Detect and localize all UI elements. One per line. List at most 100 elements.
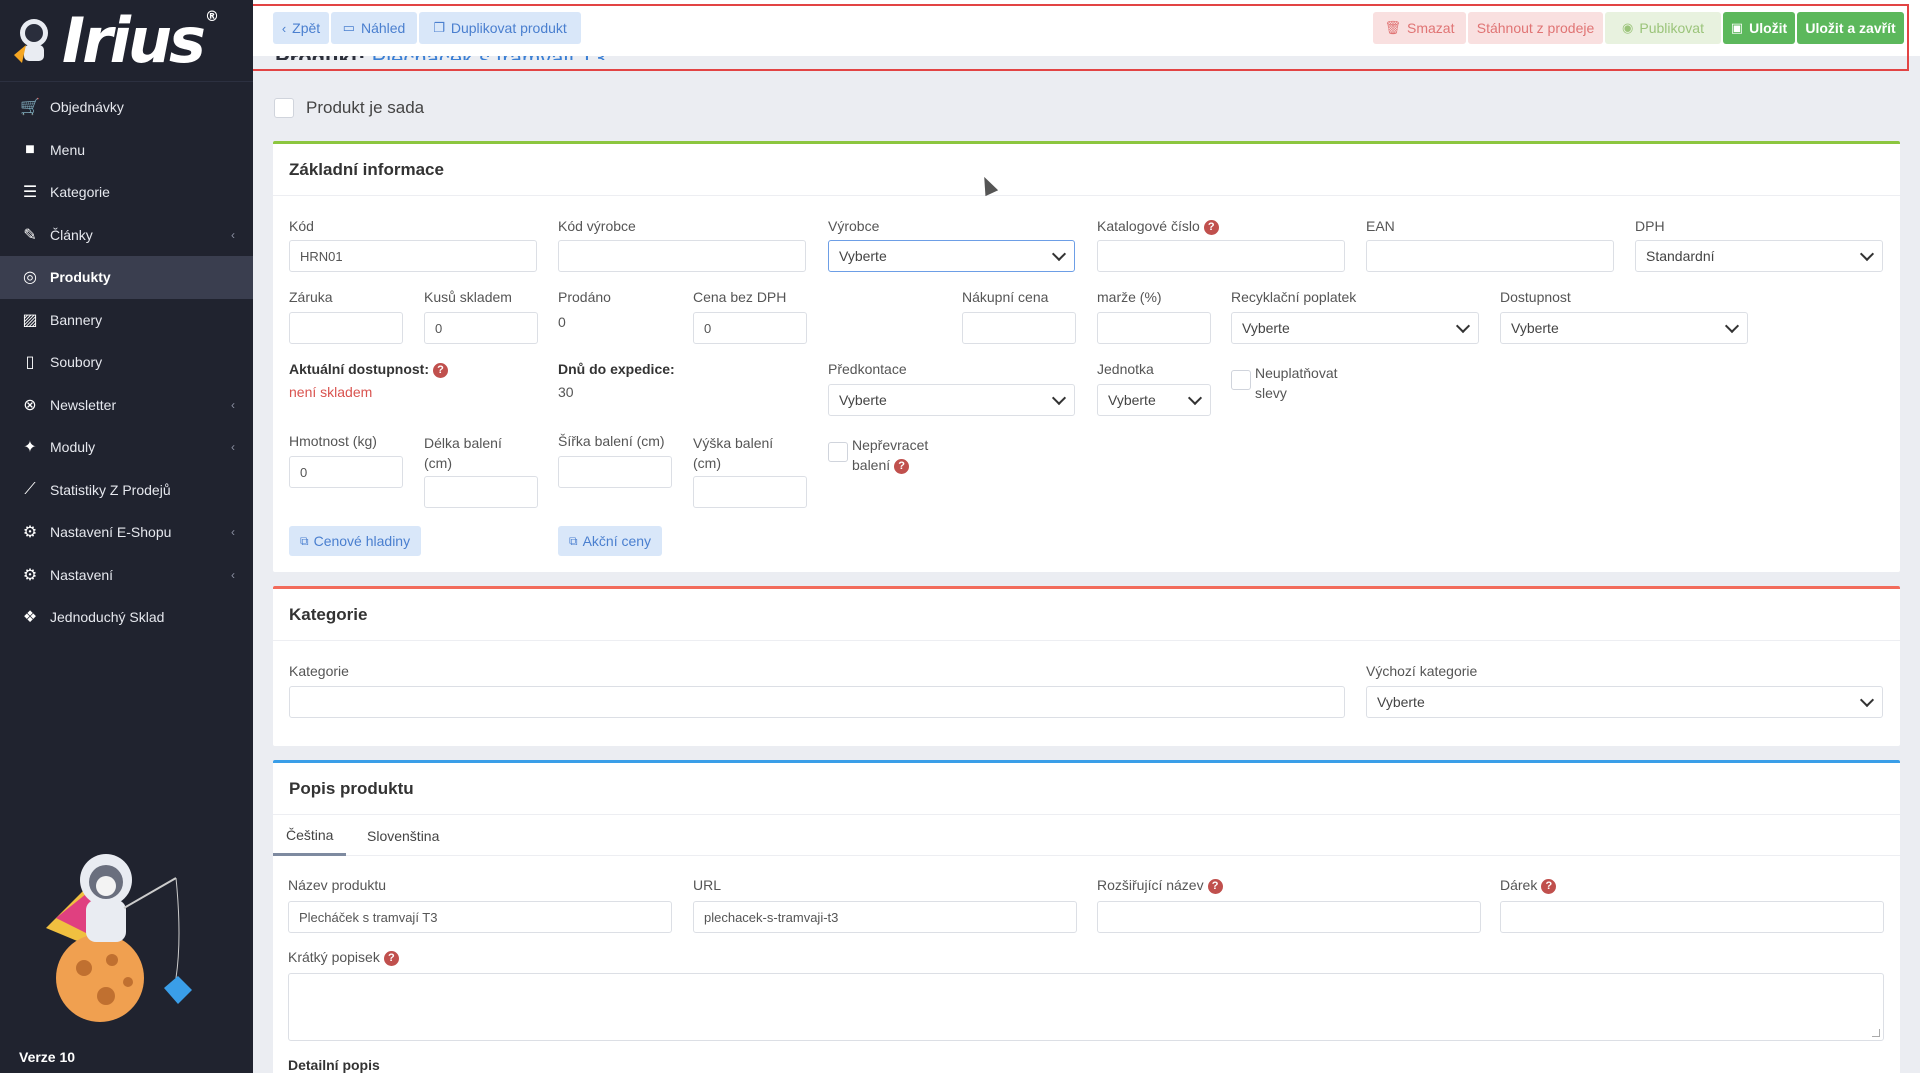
sidebar-item-menu[interactable]: ■ Menu [0, 129, 253, 172]
catalog-number-input[interactable] [1097, 240, 1345, 272]
category-input[interactable] [289, 686, 1345, 718]
width-input[interactable] [558, 456, 672, 488]
precontact-select[interactable]: Vyberte [828, 384, 1075, 416]
height-input[interactable] [693, 476, 807, 508]
line-chart-icon: ⟋ [24, 480, 36, 498]
resize-handle-icon[interactable] [1872, 1029, 1880, 1037]
weight-label: Hmotnost (kg) [289, 433, 377, 449]
chevron-left-icon: ‹ [231, 397, 235, 412]
vat-select[interactable]: Standardní [1635, 240, 1883, 272]
sidebar-item-newsletter[interactable]: ⊗ Newsletter ‹ [0, 384, 253, 427]
sidebar-item-produkty[interactable]: ◎ Produkty [0, 256, 253, 299]
price-label: Cena bez DPH [693, 289, 787, 305]
chevron-down-icon [1051, 390, 1067, 405]
url-label: URL [693, 877, 722, 893]
list-icon: ☰ [22, 184, 38, 202]
code-input[interactable]: HRN01 [289, 240, 537, 272]
logo[interactable]: Irius ® [0, 0, 253, 82]
withdraw-button[interactable]: Stáhnout z prodeje [1468, 12, 1603, 44]
help-icon[interactable]: ? [383, 950, 399, 966]
tab-slovak[interactable]: Slovenština [354, 816, 452, 856]
help-icon[interactable]: ? [1207, 878, 1223, 894]
ean-input[interactable] [1366, 240, 1614, 272]
save-and-close-button[interactable]: Uložit a zavřít [1797, 12, 1904, 44]
unit-label: Jednotka [1097, 361, 1154, 377]
sidebar-item-label: Statistiky Z Prodejů [50, 481, 171, 498]
days-to-dispatch-value: 30 [558, 384, 574, 400]
delete-button[interactable]: 🗑 Smazat [1373, 12, 1466, 44]
sidebar-item-label: Nastavení E-Shopu [50, 524, 172, 541]
no-flip-label: Nepřevracet balení? [852, 437, 929, 474]
chevron-down-icon [1859, 692, 1875, 707]
vat-label: DPH [1635, 218, 1665, 234]
sidebar-item-label: Kategorie [50, 184, 110, 201]
trash-icon: 🗑 [1384, 20, 1402, 35]
price-input[interactable]: 0 [693, 312, 807, 344]
sidebar-item-jednoduch-sklad[interactable]: ❖ Jednoduchý Sklad [0, 596, 253, 639]
sidebar-item-soubory[interactable]: ▯ Soubory [0, 341, 253, 384]
extended-name-label: Rozšiřující název? [1097, 877, 1223, 894]
tab-czech[interactable]: Čeština [273, 816, 347, 856]
ean-label: EAN [1366, 218, 1395, 234]
recycling-fee-select[interactable]: Vyberte [1231, 312, 1479, 344]
chevron-down-icon [1051, 246, 1067, 261]
price-levels-button[interactable]: ⧉ Cenové hladiny [289, 526, 422, 556]
sidebar-item--l-nky[interactable]: ✎ Články ‹ [0, 214, 253, 257]
sidebar-item-nastaven-[interactable]: ⚙ Nastavení ‹ [0, 554, 253, 597]
maker-select[interactable]: Vyberte [828, 240, 1075, 272]
sidebar-item-moduly[interactable]: ✦ Moduly ‹ [0, 426, 253, 469]
eye-icon: ◉ [1622, 20, 1634, 35]
sidebar-item-label: Články [50, 226, 93, 243]
sidebar-item-bannery[interactable]: ▨ Bannery [0, 299, 253, 342]
sidebar-item-kategorie[interactable]: ☰ Kategorie [0, 171, 253, 214]
short-description-textarea[interactable] [288, 973, 1884, 1041]
version-label: Verze 10 [19, 1049, 76, 1065]
back-button[interactable]: ‹ Zpět [273, 12, 329, 44]
maker-label: Výrobce [828, 218, 880, 234]
sidebar-item-statistiky-z-prodej-[interactable]: ⟋ Statistiky Z Prodejů [0, 469, 253, 512]
envelope-circle-icon: ⊗ [23, 396, 37, 414]
product-name-input[interactable]: Plecháček s tramvají T3 [288, 901, 672, 933]
language-tabs: Čeština Slovenština [273, 816, 1900, 856]
chevron-left-icon: ‹ [231, 227, 235, 242]
help-icon[interactable]: ? [433, 362, 448, 378]
maker-code-input[interactable] [558, 240, 806, 272]
sale-prices-button[interactable]: ⧉ Akční ceny [558, 526, 663, 556]
gift-input[interactable] [1500, 901, 1884, 933]
preview-button[interactable]: ▭ Náhled [331, 12, 417, 44]
help-icon[interactable]: ? [1203, 219, 1219, 235]
help-icon[interactable]: ? [1541, 878, 1557, 894]
no-discount-checkbox[interactable] [1231, 370, 1251, 390]
category-card: Kategorie Kategorie Výchozí kategorie Vy… [273, 586, 1900, 746]
category-label: Kategorie [289, 663, 349, 679]
margin-input[interactable] [1097, 312, 1211, 344]
product-set-checkbox[interactable] [274, 98, 294, 118]
no-discount-label: Neuplatňovat slevy [1255, 365, 1338, 401]
sidebar-item-objedn-vky[interactable]: 🛒 Objednávky [0, 86, 253, 129]
publish-button[interactable]: ◉ Publikovat [1605, 12, 1721, 44]
no-flip-checkbox[interactable] [828, 442, 848, 462]
stock-label: Kusů skladem [424, 289, 512, 305]
days-to-dispatch-label: Dnů do expedice: [558, 361, 675, 377]
default-category-select[interactable]: Vyberte [1366, 686, 1883, 718]
chevron-left-icon: ‹ [231, 440, 235, 455]
sidebar-item-label: Nastavení [50, 566, 114, 583]
help-icon[interactable]: ? [894, 458, 910, 474]
availability-select[interactable]: Vyberte [1500, 312, 1748, 344]
chevron-left-icon: ‹ [231, 567, 235, 582]
url-input[interactable]: plechacek-s-tramvaji-t3 [693, 901, 1077, 933]
extended-name-input[interactable] [1097, 901, 1481, 933]
save-button[interactable]: ▣ Uložit [1723, 12, 1795, 44]
weight-input[interactable]: 0 [289, 456, 403, 488]
stock-input[interactable]: 0 [424, 312, 538, 344]
duplicate-button[interactable]: ❐ Duplikovat produkt [419, 12, 581, 44]
warranty-input[interactable] [289, 312, 403, 344]
current-availability-value: není skladem [289, 384, 373, 400]
recycling-fee-label: Recyklační poplatek [1231, 289, 1357, 305]
purchase-price-input[interactable] [962, 312, 1076, 344]
logo-text: Irius ® [62, 3, 219, 77]
sidebar-item-nastaven-e-shopu[interactable]: ⚙ Nastavení E-Shopu ‹ [0, 511, 253, 554]
maker-code-label: Kód výrobce [558, 218, 636, 234]
length-input[interactable] [424, 476, 538, 508]
unit-select[interactable]: Vyberte [1097, 384, 1211, 416]
